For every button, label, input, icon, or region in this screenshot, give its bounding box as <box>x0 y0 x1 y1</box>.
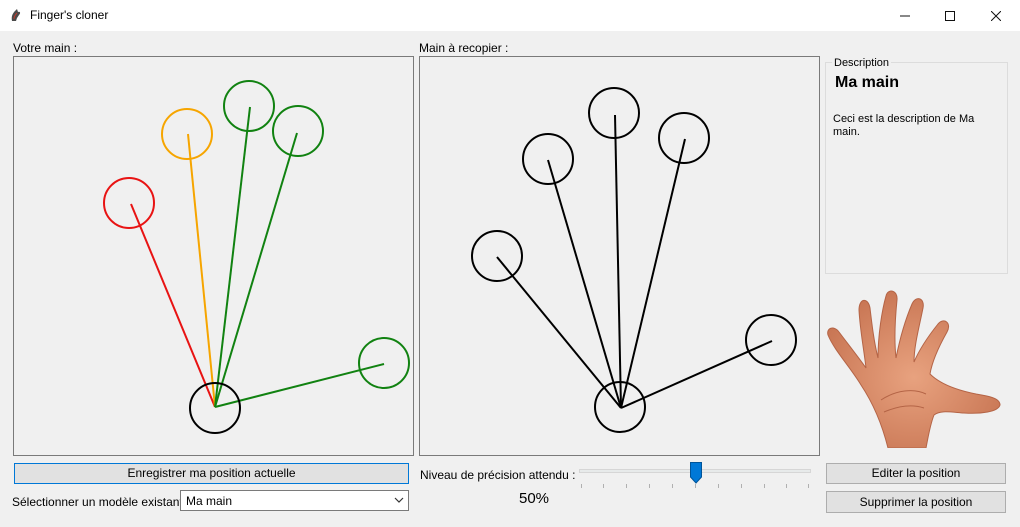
slider-tick <box>603 484 604 488</box>
your-hand-label: Votre main : <box>13 41 78 55</box>
palm-circle <box>189 382 241 434</box>
finger-line-orange <box>187 133 216 408</box>
window-title: Finger's cloner <box>30 8 109 22</box>
slider-tick <box>626 484 627 488</box>
model-select-value: Ma main <box>186 494 233 508</box>
title-bar: Finger's cloner <box>0 0 1020 31</box>
hand-image <box>827 290 1001 448</box>
precision-label: Niveau de précision attendu : <box>420 468 576 482</box>
select-model-label: Sélectionner un modèle existant : <box>12 495 190 509</box>
target-hand-label: Main à recopier : <box>419 41 509 55</box>
minimize-icon <box>900 15 910 16</box>
slider-tick <box>672 484 673 488</box>
slider-tick <box>808 484 809 488</box>
finger-line-green-1 <box>214 106 251 408</box>
finger-line-green-2 <box>214 132 298 408</box>
edit-position-button[interactable]: Editer la position <box>826 463 1006 484</box>
finger-circle-red <box>103 177 155 229</box>
maximize-icon <box>945 10 955 21</box>
finger-line-red <box>130 203 216 408</box>
description-group <box>825 62 1008 274</box>
your-hand-drawing <box>103 80 410 434</box>
slider-tick <box>649 484 650 488</box>
slider-tick <box>695 484 696 488</box>
delete-position-button[interactable]: Supprimer la position <box>826 491 1006 513</box>
finger-circle-green-3 <box>358 337 410 389</box>
maximize-button[interactable] <box>927 0 973 31</box>
close-button[interactable] <box>973 0 1019 31</box>
app-icon <box>11 9 21 21</box>
close-icon <box>991 10 1001 21</box>
description-legend: Description <box>832 57 892 69</box>
minimize-button[interactable] <box>882 0 928 31</box>
precision-value: 50% <box>519 490 550 507</box>
description-text: Ceci est la description de Ma main. <box>833 113 975 138</box>
slider-tick <box>741 484 742 488</box>
finger-circle-green-2 <box>272 105 324 157</box>
description-title: Ma main <box>835 74 900 91</box>
slider-tick <box>718 484 719 488</box>
your-hand-canvas[interactable] <box>13 56 414 456</box>
finger-line-green-3 <box>214 363 385 408</box>
save-position-button[interactable]: Enregistrer ma position actuelle <box>14 463 409 484</box>
slider-tick <box>786 484 787 488</box>
slider-tick <box>581 484 582 488</box>
precision-slider-thumb[interactable] <box>690 462 702 484</box>
target-hand-drawing <box>471 87 797 433</box>
model-select[interactable]: Ma main <box>180 490 409 511</box>
target-hand-canvas <box>419 56 820 456</box>
chevron-down-icon <box>394 493 404 510</box>
finger-circle-orange <box>161 108 213 160</box>
slider-tick <box>764 484 765 488</box>
